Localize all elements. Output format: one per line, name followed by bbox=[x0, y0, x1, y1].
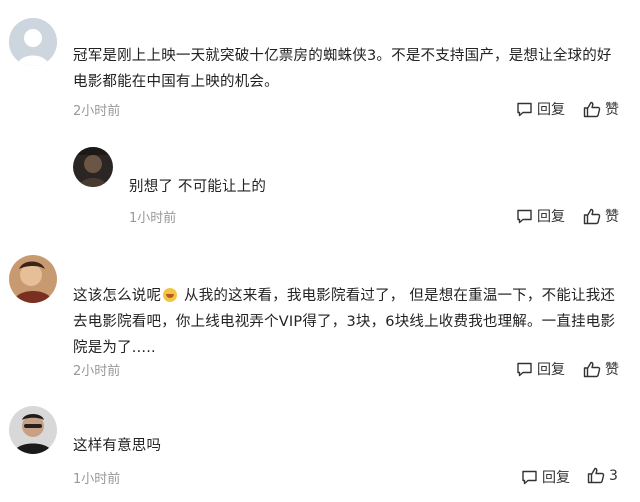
user-photo-icon bbox=[9, 406, 57, 454]
like-label: 赞 bbox=[605, 362, 619, 378]
comment-time: 2小时前 bbox=[73, 364, 121, 379]
comment-text: 这样有意思吗 bbox=[73, 438, 162, 454]
avatar-user-3[interactable] bbox=[9, 255, 57, 303]
reply-button[interactable]: 回复 bbox=[516, 359, 565, 379]
like-label: 赞 bbox=[605, 209, 619, 225]
like-button[interactable]: 赞 bbox=[583, 206, 619, 226]
like-count: 3 bbox=[609, 467, 618, 484]
comment-icon bbox=[522, 470, 537, 485]
thumbs-up-icon bbox=[587, 467, 605, 484]
like-label: 赞 bbox=[605, 102, 619, 118]
comment-text: 这该怎么说呢 从我的这来看，我电影院看过了， 但是想在重温一下，不能让我还去电影… bbox=[73, 283, 621, 361]
comment-icon bbox=[517, 362, 532, 377]
reply-button[interactable]: 回复 bbox=[521, 467, 570, 487]
avatar-user-2[interactable] bbox=[73, 147, 113, 187]
comment-text-part: 这该怎么说呢 bbox=[73, 288, 162, 304]
comment-icon bbox=[517, 209, 532, 224]
avatar-default[interactable] bbox=[9, 18, 57, 66]
like-button[interactable]: 赞 bbox=[583, 359, 619, 379]
comment-text: 冠军是刚上上映一天就突破十亿票房的蜘蛛侠3。不是不支持国产，是想让全球的好电影都… bbox=[73, 48, 612, 90]
comment-time: 1小时前 bbox=[73, 472, 121, 487]
reply-button[interactable]: 回复 bbox=[516, 206, 565, 226]
default-user-icon bbox=[9, 18, 57, 66]
reply-button[interactable]: 回复 bbox=[516, 99, 565, 119]
comment-time: 2小时前 bbox=[73, 104, 121, 119]
thumbs-up-icon bbox=[583, 101, 601, 117]
thumbs-up-icon bbox=[583, 208, 601, 224]
reply-label: 回复 bbox=[537, 102, 565, 118]
reply-label: 回复 bbox=[542, 470, 570, 486]
reply-label: 回复 bbox=[537, 362, 565, 378]
reply-label: 回复 bbox=[537, 209, 565, 225]
like-button[interactable]: 3 bbox=[587, 467, 618, 484]
comment-icon bbox=[517, 102, 532, 117]
grinning-emoji-icon bbox=[163, 288, 178, 302]
comment-time: 1小时前 bbox=[129, 211, 177, 226]
avatar-user-4[interactable] bbox=[9, 406, 57, 454]
user-photo-icon bbox=[73, 147, 113, 187]
thumbs-up-icon bbox=[583, 361, 601, 377]
user-photo-icon bbox=[9, 255, 57, 303]
like-button[interactable]: 赞 bbox=[583, 99, 619, 119]
comment-text: 别想了 不可能让上的 bbox=[129, 179, 267, 195]
